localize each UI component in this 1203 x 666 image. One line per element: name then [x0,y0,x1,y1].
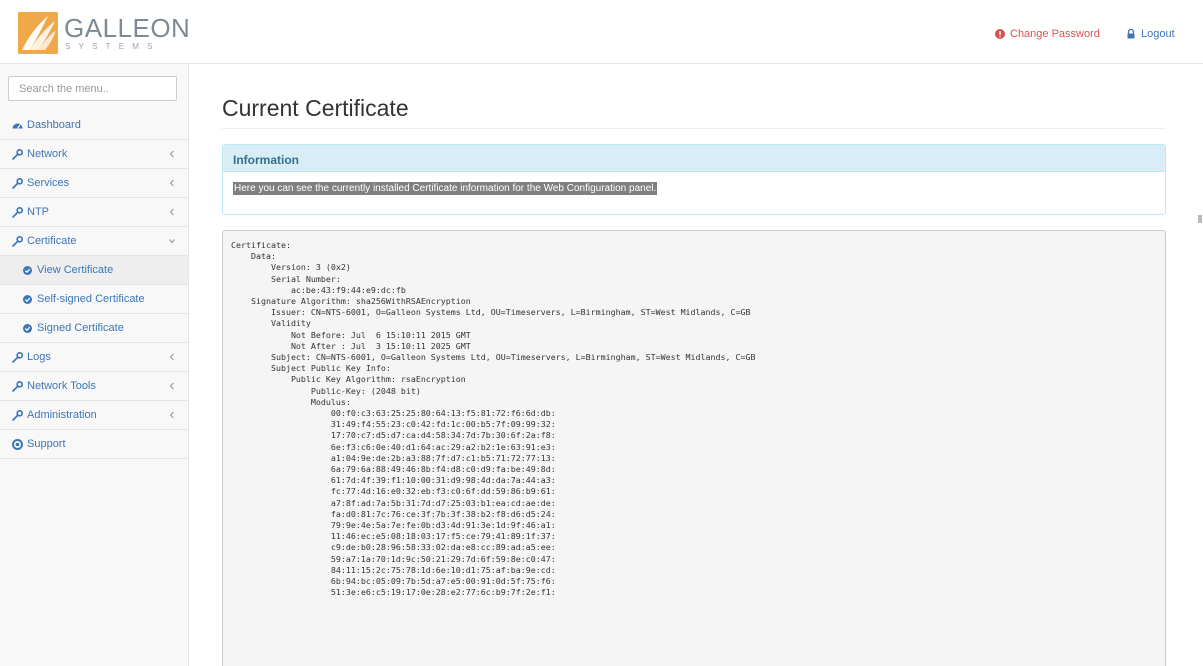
sidebar-item-dashboard[interactable]: Dashboard [0,111,188,140]
wrench-icon [12,206,23,218]
sidebar-item-label: Dashboard [27,119,81,131]
logo-name: GALLEON [64,13,191,43]
certificate-icon [23,294,32,304]
galleon-logo[interactable]: GALLEON SYSTEMS [18,12,190,54]
sidebar-item-label: Services [27,177,70,189]
sidebar-item-label: Administration [27,409,97,421]
logo-subtitle: SYSTEMS [65,42,161,51]
menu-search-input[interactable] [8,76,177,101]
sidebar: Dashboard Network Services NTP [0,64,189,666]
sidebar-item-support[interactable]: Support [0,430,188,459]
wrench-icon [12,177,23,189]
wrench-icon [12,351,23,363]
support-icon [12,438,23,450]
certificate-icon [23,323,32,333]
sidebar-item-label: Self-signed Certificate [37,293,145,305]
sidebar-item-label: Signed Certificate [37,322,124,334]
sidebar-menu: Dashboard Network Services NTP Certifica… [0,111,188,459]
sidebar-item-label: Network [27,148,68,160]
sidebar-item-certificate[interactable]: Certificate [0,227,188,256]
lock-icon [1127,29,1135,39]
wrench-icon [12,380,23,392]
sidebar-item-label: Support [27,438,66,450]
certificate-details[interactable]: Certificate: Data: Version: 3 (0x2) Seri… [222,230,1166,666]
page-title: Current Certificate [222,95,409,121]
sidebar-item-label: Logs [27,351,51,363]
sidebar-item-self-signed-certificate[interactable]: Self-signed Certificate [0,285,188,314]
change-password-link[interactable]: Change Password [995,28,1100,40]
chevron-down-icon [169,239,175,244]
sidebar-item-label: View Certificate [37,264,114,276]
logout-label: Logout [1141,28,1175,40]
information-panel-body: Here you can see the currently installed… [223,172,1165,195]
exclamation-circle-icon [995,29,1005,39]
chevron-left-icon [169,353,174,361]
chevron-left-icon [169,382,174,390]
sidebar-item-label: Network Tools [27,380,96,392]
wrench-icon [12,235,23,247]
change-password-label: Change Password [1010,28,1100,40]
logout-link[interactable]: Logout [1126,28,1175,40]
sidebar-item-network[interactable]: Network [0,140,188,169]
main-content: Current Certificate Information Here you… [206,64,1166,666]
galleon-logo-mark-icon [18,12,58,54]
sidebar-item-ntp[interactable]: NTP [0,198,188,227]
chevron-left-icon [169,150,174,158]
information-panel-heading: Information [223,145,1165,172]
sidebar-item-signed-certificate[interactable]: Signed Certificate [0,314,188,343]
information-text: Here you can see the currently installed… [233,182,658,195]
wrench-icon [12,409,23,421]
dashboard-icon [12,123,23,129]
wrench-icon [12,148,23,160]
chevron-left-icon [169,208,174,216]
sidebar-item-network-tools[interactable]: Network Tools [0,372,188,401]
scrollbar-marker[interactable] [1198,215,1202,223]
chevron-left-icon [169,179,174,187]
information-panel: Information Here you can see the current… [222,144,1166,215]
sidebar-item-services[interactable]: Services [0,169,188,198]
sidebar-item-administration[interactable]: Administration [0,401,188,430]
sidebar-item-view-certificate[interactable]: View Certificate [0,256,188,285]
menu-search [8,76,177,101]
top-header: GALLEON SYSTEMS Change Password Logout [0,0,1203,64]
title-divider [222,128,1166,129]
certificate-icon [23,265,32,275]
sidebar-item-logs[interactable]: Logs [0,343,188,372]
sidebar-item-label: Certificate [27,235,77,247]
chevron-left-icon [169,411,174,419]
sidebar-item-label: NTP [27,206,49,218]
